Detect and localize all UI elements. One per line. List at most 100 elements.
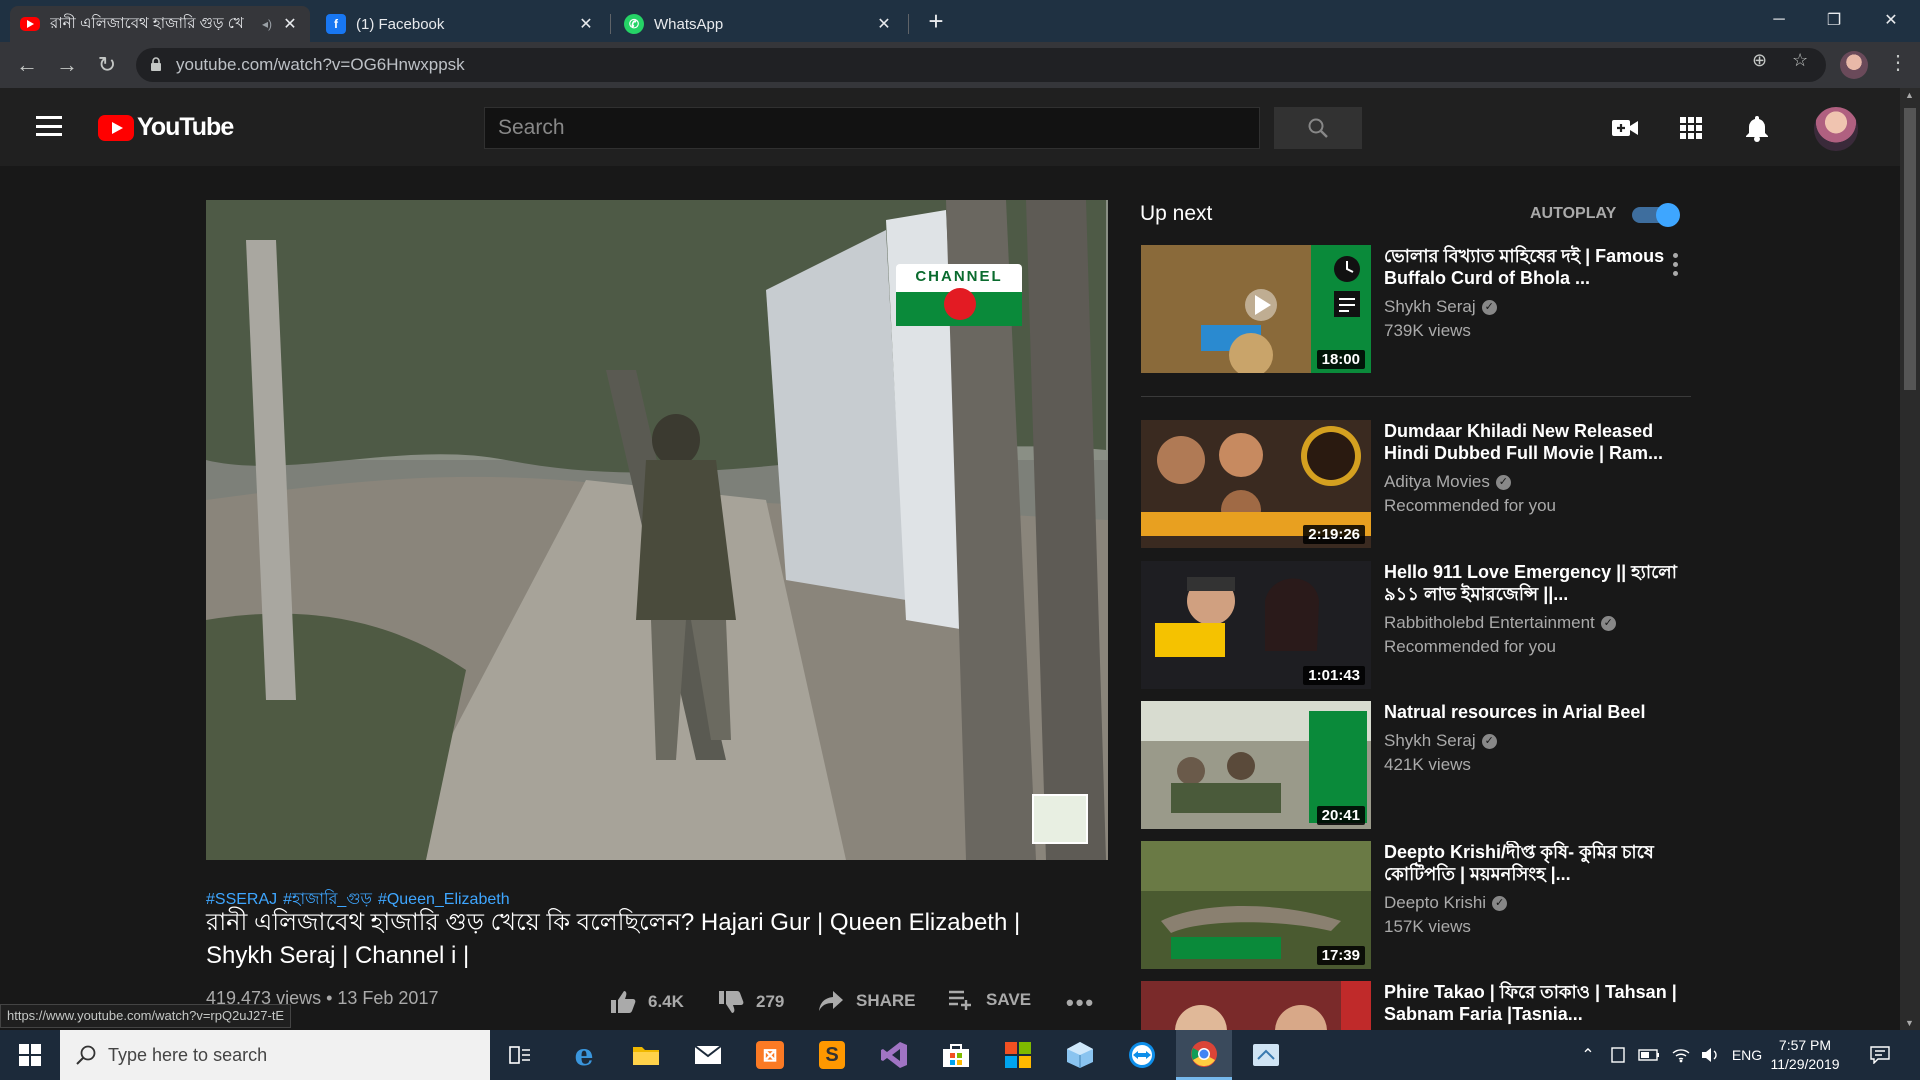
video-thumbnail[interactable]: 17:39 [1141, 841, 1371, 969]
speaker-icon[interactable]: ◂) [262, 17, 272, 31]
mail-icon[interactable] [680, 1030, 736, 1080]
taskbar-search-placeholder: Type here to search [108, 1044, 268, 1065]
video-thumbnail[interactable]: 20:41 [1141, 701, 1371, 829]
close-window-button[interactable]: ✕ [1862, 0, 1920, 40]
recommended-video[interactable]: 20:41 Natrual resources in Arial Beel Sh… [1141, 701, 1701, 831]
whatsapp-icon: ✆ [624, 14, 644, 34]
teamviewer-icon[interactable] [1114, 1030, 1170, 1080]
video-title[interactable]: Phire Takao | ফিরে তাকাও | Tahsan | Sabn… [1384, 981, 1684, 1025]
channel-watermark[interactable] [1032, 794, 1088, 844]
tab-youtube[interactable]: রানী এলিজাবেথ হাজারি গুড় খে ◂) ✕ [10, 6, 310, 42]
video-thumbnail[interactable]: 2:19:26 [1141, 420, 1371, 548]
video-title[interactable]: Natrual resources in Arial Beel [1384, 701, 1684, 723]
channel-name[interactable]: Deepto Krishi ✓ [1384, 893, 1508, 913]
close-tab-icon[interactable]: ✕ [576, 14, 596, 34]
office-apps-icon[interactable] [990, 1030, 1046, 1080]
hamburger-menu-icon[interactable] [36, 116, 62, 136]
video-thumbnail[interactable] [1141, 981, 1371, 1030]
taskbar-search-box[interactable]: Type here to search [60, 1030, 490, 1080]
link-status-url: https://www.youtube.com/watch?v=rpQ2uJ27… [0, 1004, 292, 1028]
autoplay-toggle[interactable] [1632, 203, 1682, 227]
xampp-icon[interactable]: ⊠ [742, 1030, 798, 1080]
search-input[interactable]: Search [484, 107, 1260, 149]
wifi-icon[interactable] [1668, 1030, 1694, 1080]
notifications-bell-icon[interactable] [1742, 114, 1772, 142]
video-title[interactable]: Hello 911 Love Emergency || হ্যালো ৯১১ ল… [1384, 561, 1684, 605]
like-button[interactable]: 6.4K [610, 990, 684, 1014]
more-actions-icon[interactable]: ••• [1066, 990, 1095, 1016]
dislike-button[interactable]: 279 [718, 990, 784, 1014]
facebook-icon: f [326, 14, 346, 34]
apps-grid-icon[interactable] [1676, 114, 1706, 142]
video-thumbnail[interactable]: 18:00 [1141, 245, 1371, 373]
edge-browser-icon[interactable]: e [556, 1030, 612, 1080]
system-clock[interactable]: 7:57 PM 11/29/2019 [1760, 1036, 1850, 1074]
video-title[interactable]: ভোলার বিখ্যাত মাহিষের দই | Famous Buffal… [1384, 245, 1684, 289]
browser-tab-strip: রানী এলিজাবেথ হাজারি গুড় খে ◂) ✕ f (1) … [0, 0, 1920, 42]
tablet-icon[interactable] [1606, 1030, 1630, 1080]
share-button[interactable]: SHARE [818, 990, 916, 1012]
back-button[interactable]: ← [12, 50, 42, 80]
sublime-text-icon[interactable]: S [804, 1030, 860, 1080]
windows-logo-icon [19, 1044, 41, 1066]
video-thumbnail[interactable]: 1:01:43 [1141, 561, 1371, 689]
task-view-icon[interactable] [492, 1030, 548, 1080]
more-options-icon[interactable] [1673, 253, 1679, 276]
save-label: SAVE [986, 990, 1032, 1009]
snipping-tool-icon[interactable] [1238, 1030, 1294, 1080]
video-player[interactable]: CHANNEL [206, 200, 1108, 860]
zoom-icon[interactable]: ⊕ [1752, 50, 1767, 71]
input-language[interactable]: ENG [1730, 1030, 1764, 1080]
minimize-button[interactable]: ─ [1750, 0, 1808, 40]
scroll-down-arrow-icon[interactable]: ▼ [1905, 1018, 1914, 1028]
channel-name[interactable]: Rabbitholebd Entertainment ✓ [1384, 613, 1616, 633]
youtube-logo[interactable]: YouTube [98, 113, 234, 142]
recommended-video[interactable]: 2:19:26 Dumdaar Khiladi New Released Hin… [1141, 420, 1701, 550]
scroll-up-arrow-icon[interactable]: ▲ [1905, 90, 1914, 100]
restore-button[interactable]: ❐ [1805, 0, 1863, 40]
scrollbar-thumb[interactable] [1904, 108, 1916, 390]
search-button[interactable] [1274, 107, 1362, 149]
autoplay-label: AUTOPLAY [1530, 205, 1617, 222]
save-button[interactable]: SAVE [948, 990, 1031, 1010]
recommended-video[interactable]: 18:00 ভোলার বিখ্যাত মাহিষের দই | Famous … [1141, 245, 1701, 375]
windows-start-button[interactable] [0, 1030, 60, 1080]
forward-button[interactable]: → [52, 50, 82, 80]
show-hidden-icons-chevron-icon[interactable]: ⌃ [1576, 1030, 1600, 1080]
video-title[interactable]: Deepto Krishi/দীপ্ত কৃষি- কুমির চাষে কোট… [1384, 841, 1684, 885]
battery-icon[interactable] [1636, 1030, 1662, 1080]
new-tab-button[interactable]: + [922, 8, 950, 36]
search-icon [1308, 118, 1328, 138]
clock-date: 11/29/2019 [1770, 1056, 1840, 1072]
reload-button[interactable]: ↻ [92, 50, 122, 80]
chrome-icon[interactable] [1176, 1030, 1232, 1080]
account-avatar[interactable] [1814, 107, 1858, 151]
visual-studio-icon[interactable] [866, 1030, 922, 1080]
video-views: 421K views [1384, 755, 1471, 774]
channel-name[interactable]: Aditya Movies ✓ [1384, 472, 1511, 492]
recommended-video[interactable]: Phire Takao | ফিরে তাকাও | Tahsan | Sabn… [1141, 981, 1701, 1030]
tab-facebook[interactable]: f (1) Facebook ✕ [316, 6, 606, 42]
page-scrollbar[interactable]: ▲ ▼ [1900, 88, 1920, 1030]
video-duration: 18:00 [1316, 350, 1365, 369]
tab-title: (1) Facebook [356, 15, 445, 33]
recommended-video[interactable]: 1:01:43 Hello 911 Love Emergency || হ্যা… [1141, 561, 1701, 691]
bookmark-star-icon[interactable]: ☆ [1792, 50, 1808, 71]
youtube-logo-text: YouTube [137, 113, 234, 141]
file-explorer-icon[interactable] [618, 1030, 674, 1080]
address-bar[interactable]: youtube.com/watch?v=OG6Hnwxppsk [136, 48, 1826, 82]
microsoft-store-icon[interactable] [928, 1030, 984, 1080]
channel-name[interactable]: Shykh Seraj ✓ [1384, 731, 1497, 751]
profile-avatar[interactable] [1840, 51, 1868, 79]
channel-name[interactable]: Shykh Seraj ✓ [1384, 297, 1497, 317]
browser-menu-icon[interactable]: ⋮ [1888, 50, 1908, 75]
action-center-icon[interactable] [1862, 1030, 1898, 1080]
recommended-video[interactable]: 17:39 Deepto Krishi/দীপ্ত কৃষি- কুমির চা… [1141, 841, 1701, 971]
video-title[interactable]: Dumdaar Khiladi New Released Hindi Dubbe… [1384, 420, 1684, 464]
create-video-icon[interactable] [1610, 114, 1640, 142]
3d-viewer-icon[interactable] [1052, 1030, 1108, 1080]
volume-icon[interactable] [1698, 1030, 1724, 1080]
close-tab-icon[interactable]: ✕ [874, 14, 894, 34]
tab-whatsapp[interactable]: ✆ WhatsApp ✕ [614, 6, 904, 42]
close-tab-icon[interactable]: ✕ [280, 14, 300, 34]
